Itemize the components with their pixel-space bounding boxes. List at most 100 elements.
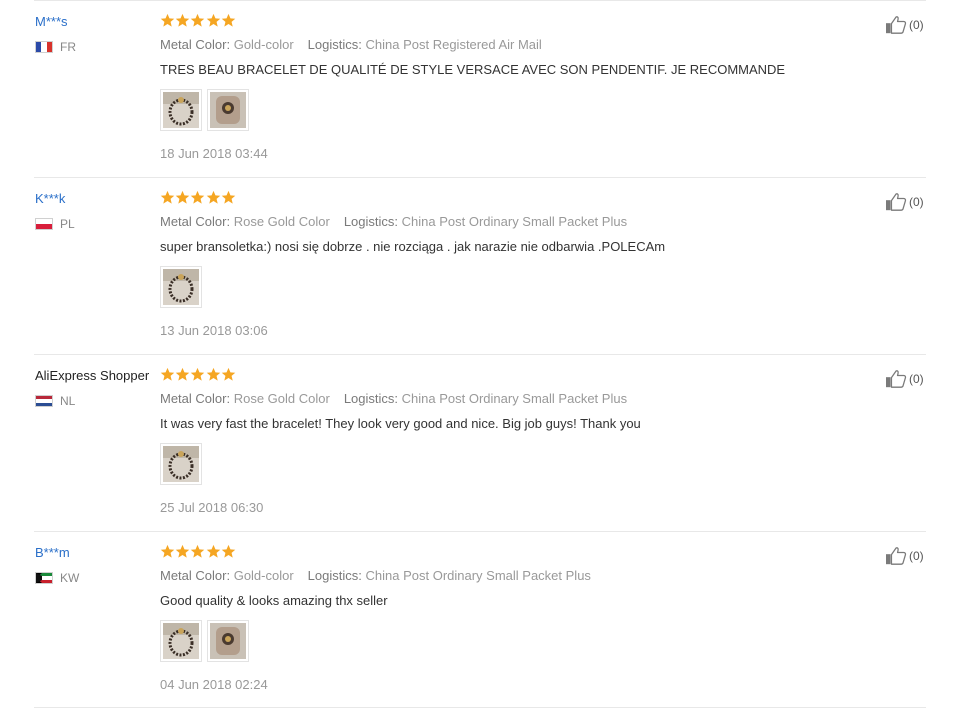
star-icon <box>206 367 220 381</box>
star-icon <box>221 367 235 381</box>
star-icon <box>160 190 175 204</box>
review-photo-thumbnail[interactable] <box>207 620 249 662</box>
review-text: super bransoletka:) nosi się dobrze . ni… <box>160 239 666 254</box>
reviewer-name: AliExpress Shopper <box>35 368 150 383</box>
thumbs-up-icon <box>886 16 907 34</box>
star-icon <box>160 13 175 27</box>
helpful-count: (0) <box>909 549 924 563</box>
reviewer-country: FR <box>35 40 76 54</box>
star-icon <box>221 190 235 204</box>
logistics-label: Logistics: <box>343 214 399 229</box>
bracelet-photo-2 <box>210 623 246 659</box>
review-photos <box>160 620 254 662</box>
bracelet-photo-1 <box>163 623 199 659</box>
reviewer-country: KW <box>35 571 79 585</box>
logistics-value: China Post Ordinary Small Packet Plus <box>401 391 628 406</box>
logistics-label: Logistics: <box>343 391 399 406</box>
helpful-button[interactable]: (0) <box>884 369 924 389</box>
bracelet-photo-2 <box>210 92 246 128</box>
metal-color-label: Metal Color: <box>160 37 231 52</box>
review-photo-thumbnail[interactable] <box>160 266 202 308</box>
helpful-count: (0) <box>909 18 924 32</box>
star-icon <box>175 190 190 204</box>
metal-color-label: Metal Color: <box>160 391 231 406</box>
review-photo-thumbnail[interactable] <box>160 89 202 131</box>
review-item: K***k PL Metal Color: Rose Gold Color Logis… <box>0 177 962 354</box>
star-icon <box>160 544 175 558</box>
reviewer-name[interactable]: K***k <box>35 191 65 206</box>
logistics-value: China Post Ordinary Small Packet Plus <box>365 568 591 583</box>
order-info: Metal Color: Gold-color Logistics: China … <box>160 37 542 52</box>
star-icon <box>206 190 220 204</box>
order-info: Metal Color: Gold-color Logistics: China … <box>160 568 591 583</box>
star-icon <box>221 13 235 27</box>
review-text: It was very fast the bracelet! They look… <box>160 416 641 431</box>
review-photo-thumbnail[interactable] <box>207 89 249 131</box>
reviewer-country: PL <box>35 217 75 231</box>
star-icon <box>191 544 205 558</box>
review-photo-thumbnail[interactable] <box>160 443 202 485</box>
flag-netherlands-icon <box>35 395 53 407</box>
metal-color-value: Gold-color <box>233 568 294 583</box>
order-info: Metal Color: Rose Gold Color Logistics: C… <box>160 391 627 406</box>
star-icon <box>160 367 175 381</box>
country-code: NL <box>60 394 76 408</box>
thumbs-up-icon <box>886 370 907 388</box>
helpful-count: (0) <box>909 195 924 209</box>
review-photo-thumbnail[interactable] <box>160 620 202 662</box>
flag-kuwait-icon <box>35 572 53 584</box>
country-code: FR <box>60 40 76 54</box>
logistics-label: Logistics: <box>307 568 362 583</box>
star-icon <box>191 13 205 27</box>
review-photos <box>160 89 254 131</box>
metal-color-value: Gold-color <box>233 37 294 52</box>
star-icon <box>206 13 220 27</box>
review-date: 04 Jun 2018 02:24 <box>160 677 268 692</box>
bracelet-photo-1 <box>163 92 199 128</box>
bracelet-photo-1 <box>163 269 199 305</box>
flag-france-icon <box>35 41 53 53</box>
bracelet-photo-1 <box>163 446 199 482</box>
review-item: AliExpress Shopper NL Metal Color: Rose Go… <box>0 354 962 531</box>
star-icon <box>221 544 235 558</box>
star-rating <box>160 190 236 205</box>
flag-poland-icon <box>35 218 53 230</box>
metal-color-label: Metal Color: <box>160 568 231 583</box>
helpful-button[interactable]: (0) <box>884 192 924 212</box>
reviewer-country: NL <box>35 394 75 408</box>
star-rating <box>160 367 236 382</box>
reviewer-name[interactable]: B***m <box>35 545 70 560</box>
logistics-value: China Post Ordinary Small Packet Plus <box>401 214 628 229</box>
review-date: 18 Jun 2018 03:44 <box>160 146 268 161</box>
logistics-value: China Post Registered Air Mail <box>365 37 542 52</box>
logistics-label: Logistics: <box>307 37 362 52</box>
review-text: Good quality & looks amazing thx seller <box>160 593 388 608</box>
star-icon <box>191 367 205 381</box>
helpful-button[interactable]: (0) <box>884 15 924 35</box>
star-icon <box>191 190 205 204</box>
review-item: M***s FR Metal Color: Gold-color Logistics:… <box>0 0 962 177</box>
star-icon <box>175 13 190 27</box>
metal-color-label: Metal Color: <box>160 214 231 229</box>
reviewer-name[interactable]: M***s <box>35 14 68 29</box>
country-code: KW <box>60 571 80 585</box>
star-rating <box>160 544 236 559</box>
review-date: 25 Jul 2018 06:30 <box>160 500 264 515</box>
review-photos <box>160 443 207 485</box>
review-item: B***m KW Metal Color: Gold-color Logistics:… <box>0 531 962 708</box>
thumbs-up-icon <box>886 193 907 211</box>
country-code: PL <box>60 217 75 231</box>
star-icon <box>175 544 190 558</box>
feedback-list: M***s FR Metal Color: Gold-color Logistics:… <box>0 0 962 709</box>
star-rating <box>160 13 236 28</box>
star-icon <box>175 367 190 381</box>
review-date: 13 Jun 2018 03:06 <box>160 323 268 338</box>
metal-color-value: Rose Gold Color <box>233 214 330 229</box>
order-info: Metal Color: Rose Gold Color Logistics: C… <box>160 214 627 229</box>
review-photos <box>160 266 207 308</box>
thumbs-up-icon <box>886 547 907 565</box>
helpful-count: (0) <box>909 372 924 386</box>
metal-color-value: Rose Gold Color <box>233 391 330 406</box>
review-text: TRES BEAU BRACELET DE QUALITÉ DE STYLE V… <box>160 62 786 77</box>
helpful-button[interactable]: (0) <box>884 546 924 566</box>
